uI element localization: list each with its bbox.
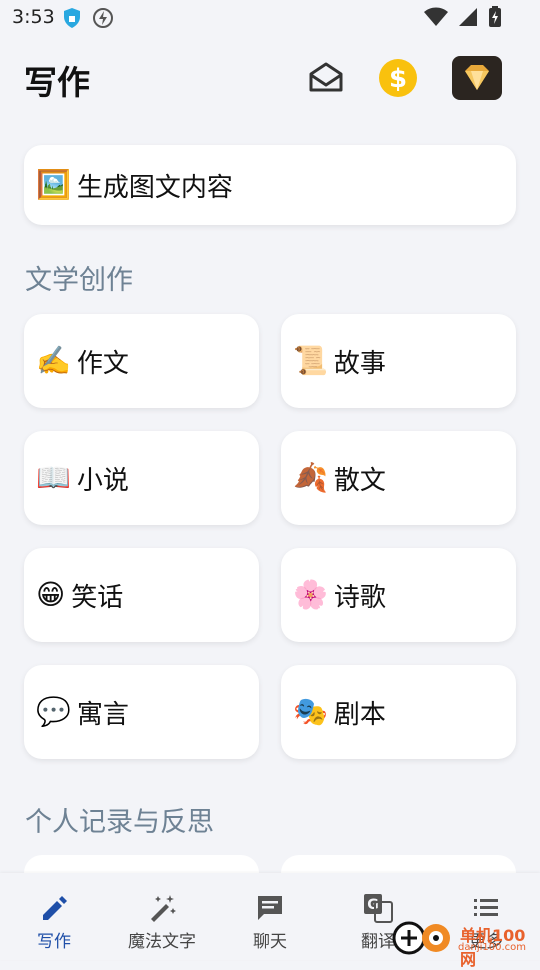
card-label: 笑话 <box>71 582 124 613</box>
section-title-personal: 个人记录与反思 <box>25 807 214 838</box>
grinning-face-icon: 😁 <box>36 578 66 611</box>
charging-icon <box>93 8 113 28</box>
blossom-icon: 🌸 <box>293 578 328 611</box>
card-essay[interactable]: ✍️ 作文 <box>24 314 259 408</box>
card-label: 诗歌 <box>333 582 386 613</box>
mail-open-icon <box>309 62 343 92</box>
card-label: 散文 <box>333 465 386 496</box>
top-bar: 写作 $ <box>0 40 540 120</box>
signal-icon <box>459 8 477 26</box>
magic-wand-icon <box>151 895 176 922</box>
section-title-literary: 文学创作 <box>25 265 133 296</box>
nav-label: 聊天 <box>253 932 287 952</box>
speech-bubble-icon: 💬 <box>36 695 71 728</box>
diamond-icon <box>452 56 502 100</box>
nav-write[interactable]: 写作 <box>0 891 108 952</box>
dollar-coin-icon: $ <box>379 59 417 97</box>
nav-label: 写作 <box>37 932 71 952</box>
picture-icon: 🖼️ <box>36 168 71 201</box>
card-label: 生成图文内容 <box>76 172 233 203</box>
card-joke[interactable]: 😁 笑话 <box>24 548 259 642</box>
watermark-logo-icon <box>392 921 450 955</box>
mail-button[interactable] <box>306 58 346 98</box>
card-novel[interactable]: 📖 小说 <box>24 431 259 525</box>
nav-magic-text[interactable]: 魔法文字 <box>108 891 216 952</box>
leaf-icon: 🍂 <box>293 461 328 494</box>
nav-label: 魔法文字 <box>128 932 196 952</box>
theater-masks-icon: 🎭 <box>293 695 328 728</box>
open-book-icon: 📖 <box>36 461 71 494</box>
status-icons-left <box>62 7 114 29</box>
card-label: 寓言 <box>76 699 129 730</box>
card-prose[interactable]: 🍂 散文 <box>281 431 516 525</box>
pen-icon <box>43 896 67 920</box>
card-label: 故事 <box>333 348 386 379</box>
card-story[interactable]: 📜 故事 <box>281 314 516 408</box>
svg-text:G: G <box>367 897 379 913</box>
card-poetry[interactable]: 🌸 诗歌 <box>281 548 516 642</box>
card-label: 作文 <box>76 348 129 379</box>
card-script[interactable]: 🎭 剧本 <box>281 665 516 759</box>
page-title: 写作 <box>24 63 90 102</box>
shield-icon <box>64 8 80 28</box>
chat-icon <box>258 896 282 920</box>
vip-button[interactable] <box>452 56 502 100</box>
coin-button[interactable]: $ <box>378 58 418 98</box>
scroll-icon: 📜 <box>293 344 328 377</box>
status-icons-right <box>424 6 502 28</box>
nav-chat[interactable]: 聊天 <box>216 891 324 952</box>
generate-image-text-card[interactable]: 🖼️ 生成图文内容 <box>24 145 516 225</box>
wifi-icon <box>424 7 448 26</box>
card-fable[interactable]: 💬 寓言 <box>24 665 259 759</box>
card-label: 小说 <box>76 465 129 496</box>
watermark-subtext: danji100.com <box>458 942 526 953</box>
translate-icon: G <box>364 894 393 923</box>
svg-text:$: $ <box>389 64 407 94</box>
card-label: 剧本 <box>333 699 386 730</box>
status-time: 3:53 <box>12 6 55 28</box>
watermark: 单机100网 danji100.com <box>392 916 540 969</box>
writing-hand-icon: ✍️ <box>36 344 71 377</box>
status-bar: 3:53 <box>0 0 540 36</box>
battery-icon <box>489 6 501 27</box>
